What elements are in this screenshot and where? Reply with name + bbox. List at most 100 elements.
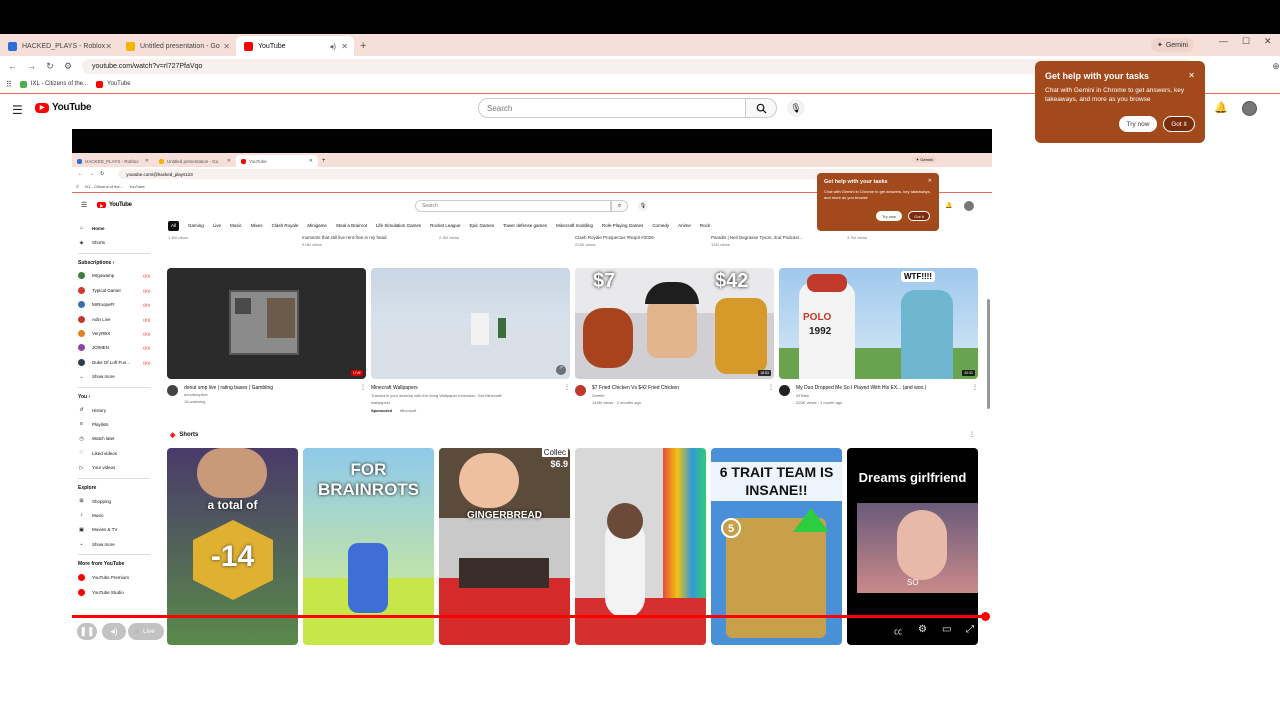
live-indicator-icon: ((•)): [143, 316, 150, 322]
bookmark-label: YouTube: [107, 81, 131, 87]
sidebar-item: ⊞ Shopping: [78, 494, 150, 508]
search-input[interactable]: Search: [478, 98, 746, 118]
logo-text: YouTube: [109, 202, 132, 208]
settings-gear-icon[interactable]: ⚙: [918, 624, 927, 635]
sidebar-item-label: Movies & TV: [92, 527, 118, 533]
live-indicator[interactable]: Live: [128, 623, 164, 640]
divider: [78, 477, 150, 479]
try-now-button[interactable]: Try now: [1119, 116, 1157, 132]
gemini-label: Gemini: [920, 157, 933, 162]
sidebar-item-label: Your videos: [92, 465, 116, 471]
got-it-button[interactable]: Got it: [1163, 116, 1195, 132]
sidebar-item-label: Show more: [92, 541, 115, 547]
avatar: [78, 358, 85, 366]
browser-tab-youtube[interactable]: YouTube ◂) ✕: [236, 36, 354, 56]
voice-search-button[interactable]: 🎙: [787, 99, 805, 117]
video-stats: 225K views · 1 month ago: [796, 400, 843, 405]
popup-text: Chat with Gemini in Chrome to get answer…: [824, 189, 931, 200]
bookmark-youtube[interactable]: YouTube: [96, 80, 131, 88]
sidebar-item-label: Duke Of Loft Fun...: [92, 359, 131, 365]
sponsor-name: Microsoft: [400, 408, 417, 413]
forward-icon[interactable]: →: [27, 61, 36, 71]
browser-tab-slides[interactable]: Untitled presentation - Go ✕: [118, 36, 236, 56]
extensions-icon[interactable]: ⊕: [1272, 61, 1280, 72]
short-caption: FOR BRAINROTS: [317, 460, 420, 500]
sidebar-section-header: More from YouTube: [78, 561, 125, 568]
close-icon[interactable]: ✕: [1188, 71, 1195, 80]
close-icon: ✕: [226, 158, 231, 164]
category-chip: Life Simulation Games: [375, 223, 422, 228]
back-icon: ←: [78, 171, 83, 177]
letterbox-inner: [72, 129, 992, 153]
search-button[interactable]: [745, 98, 777, 118]
search-icon: ⌕: [617, 202, 622, 209]
inner-url-field: youtube.com/@hacked_plays123: [118, 169, 939, 179]
category-chip: Epic Games: [469, 223, 494, 228]
reload-icon[interactable]: ↻: [46, 61, 54, 72]
apps-grid-icon[interactable]: ⠿: [6, 80, 12, 89]
close-icon[interactable]: ✕: [341, 42, 348, 51]
minimize-icon[interactable]: —: [1219, 36, 1228, 46]
inner-tab-youtube: YouTube ✕: [236, 155, 318, 167]
miniplayer-icon[interactable]: ▭: [942, 624, 951, 635]
thumbnail-caption: 1992: [809, 326, 832, 337]
bookmark-label: IXL - Citizens of the...: [84, 183, 124, 189]
sidebar-item-label: MrRoopeFt: [92, 302, 115, 308]
video-title: $7 Fried Chicken Vs $42 Fried Chicken: [592, 385, 679, 391]
pause-button[interactable]: ❚❚: [77, 623, 97, 640]
video-thumbnail: $7 $42 18:53: [575, 268, 774, 379]
bookmark-label: IXL - Citizens of the...: [30, 81, 88, 87]
fullscreen-icon[interactable]: ⤢: [966, 624, 974, 635]
notifications-bell-icon[interactable]: 🔔: [1214, 101, 1228, 114]
inner-got-it-button: Got it: [908, 211, 930, 221]
sidebar-item-label: Music: [92, 512, 104, 518]
video-thumbnail: ↗: [371, 268, 570, 379]
sidebar-item: ▣ Movies & TV: [78, 523, 150, 537]
youtube-logo[interactable]: ▶ YouTube: [35, 102, 92, 113]
button-label: Got it: [1171, 120, 1187, 128]
avatar[interactable]: [1242, 101, 1257, 116]
live-label: Live: [143, 628, 155, 635]
category-chip: Minigame: [307, 223, 327, 228]
sidebar-item-label: Shorts: [92, 240, 106, 246]
sidebar-icon: ▷: [79, 464, 84, 471]
captions-icon[interactable]: ㏄: [894, 626, 902, 637]
back-icon[interactable]: ←: [8, 61, 17, 71]
url-field[interactable]: youtube.com/watch?v=rl727PfaVqo: [82, 58, 1193, 74]
sidebar-item-subscription: Typical Gamer ((•)): [78, 283, 150, 297]
maximize-icon[interactable]: ☐: [1242, 36, 1250, 47]
close-icon[interactable]: ✕: [105, 42, 112, 51]
video-duration: 20:31: [962, 370, 975, 376]
scrubber-handle[interactable]: [981, 612, 990, 621]
forward-icon: →: [89, 171, 94, 177]
sidebar-item: ⌂ Home: [78, 221, 150, 235]
menu-icon[interactable]: ☰: [12, 103, 23, 117]
window-close-icon[interactable]: ✕: [1264, 36, 1272, 47]
inner-scrollbar: [987, 299, 990, 409]
volume-button[interactable]: ◂): [102, 623, 126, 640]
browser-tab-roblox[interactable]: HACKED_PLAYS - Roblox ✕: [0, 36, 118, 56]
short-caption: 5: [721, 518, 741, 538]
sponsored-label: Sponsored: [371, 408, 392, 413]
more-vert-icon: ⋮: [972, 385, 978, 391]
bookmark-ixl[interactable]: IXL - Citizens of the...: [19, 80, 88, 88]
sidebar-item: ≡ Playlists: [78, 417, 150, 431]
close-icon[interactable]: ✕: [223, 42, 230, 51]
inner-tabstrip: HACKED_PLAYS - Roblox ✕ Untitled presenta…: [72, 153, 992, 167]
video-meta: 12M views: [711, 242, 730, 247]
site-info-icon[interactable]: ⚙: [64, 61, 72, 72]
live-indicator-icon: ((•)): [143, 273, 150, 279]
close-icon[interactable]: ◂): [329, 42, 336, 51]
popup-title: Get help with your tasks: [824, 179, 888, 185]
sidebar-section-header: Subscriptions ›: [78, 259, 115, 266]
tab-label: Untitled presentation - Go: [140, 42, 220, 50]
category-chips: All Gaming Live Music Mixes Clash Royale Minig…: [168, 221, 818, 231]
gemini-button[interactable]: ✦ Gemini: [1150, 38, 1194, 52]
avatar: [779, 385, 790, 396]
logo-text: YouTube: [52, 102, 92, 113]
new-tab-icon[interactable]: +: [360, 40, 366, 52]
youtube-play-icon: ▶: [35, 102, 49, 113]
sidebar-section-header: You ›: [78, 393, 91, 400]
progress-bar[interactable]: [72, 615, 986, 618]
video-player[interactable]: HACKED_PLAYS - Roblox ✕ Untitled presenta…: [72, 129, 992, 645]
